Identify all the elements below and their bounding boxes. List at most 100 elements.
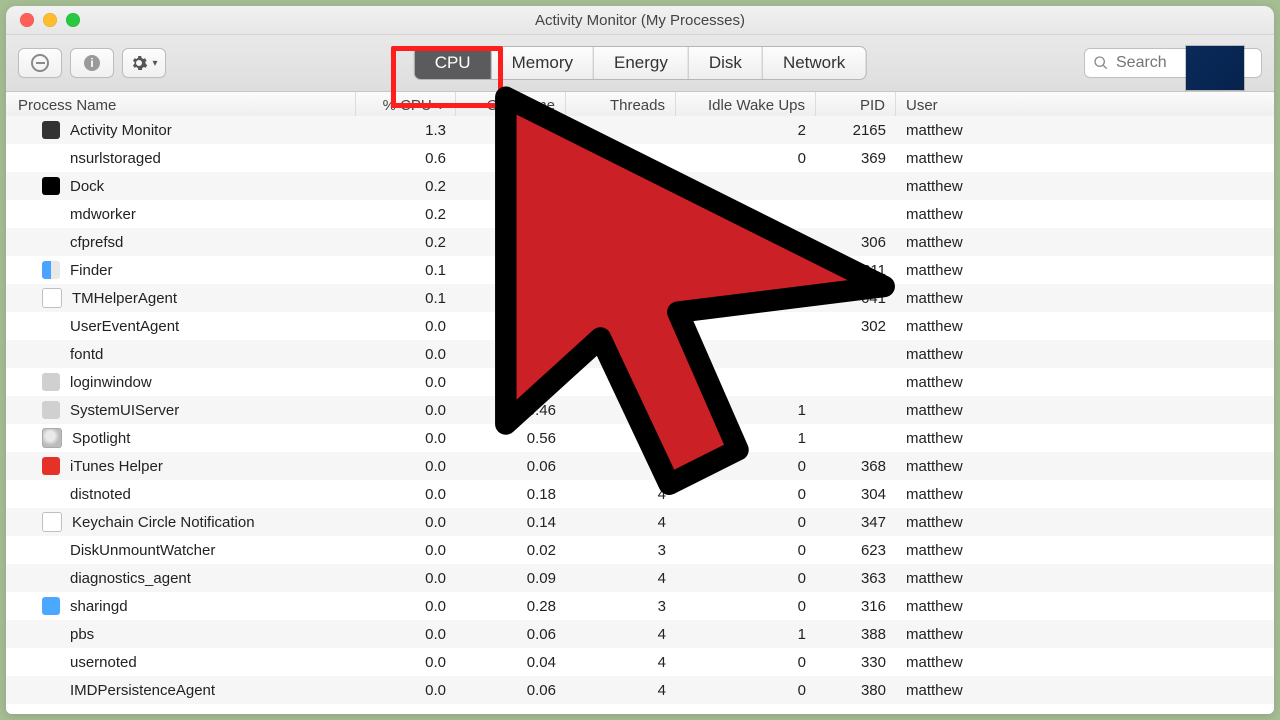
cell-cputime: 0.56 (456, 430, 566, 447)
table-row[interactable]: Activity Monitor1.322165matthew (6, 116, 1274, 144)
cell-cpu: 0.1 (356, 290, 456, 307)
tab-network[interactable]: Network (763, 47, 865, 79)
process-name-label: mdworker (70, 206, 136, 223)
process-name-label: pbs (70, 626, 94, 643)
cell-user: matthew (896, 178, 1274, 195)
cell-user: matthew (896, 374, 1274, 391)
cell-user: matthew (896, 430, 1274, 447)
stop-icon (31, 54, 49, 72)
cell-threads: 3 (566, 458, 676, 475)
close-window-button[interactable] (20, 13, 34, 27)
process-icon (42, 597, 60, 615)
cell-threads: 8 (566, 430, 676, 447)
tab-disk[interactable]: Disk (689, 47, 763, 79)
maximize-window-button[interactable] (66, 13, 80, 27)
cell-cpu: 0.6 (356, 150, 456, 167)
cell-wakeups: 2 (676, 122, 816, 139)
cell-wakeups: 0 (676, 598, 816, 615)
table-row[interactable]: iTunes Helper0.00.0630368matthew (6, 452, 1274, 480)
cell-wakeups: 0 (676, 150, 816, 167)
cell-cputime: 0.09 (456, 570, 566, 587)
table-row[interactable]: IMDPersistenceAgent0.00.0640380matthew (6, 676, 1274, 704)
inspect-process-button[interactable]: i (70, 48, 114, 78)
process-name-label: cfprefsd (70, 234, 123, 251)
table-row[interactable]: TMHelperAgent0.10.19641matthew (6, 284, 1274, 312)
table-row[interactable]: cfprefsd0.20.66306matthew (6, 228, 1274, 256)
chevron-down-icon: ▾ (152, 58, 157, 69)
col-user[interactable]: User (896, 92, 1260, 118)
table-row[interactable]: sharingd0.00.2830316matthew (6, 592, 1274, 620)
tab-energy[interactable]: Energy (594, 47, 689, 79)
process-name-label: fontd (70, 346, 103, 363)
table-row[interactable]: distnoted0.00.1840304matthew (6, 480, 1274, 508)
cell-user: matthew (896, 206, 1274, 223)
process-name-label: sharingd (70, 598, 128, 615)
cell-pid: 388 (816, 626, 896, 643)
cell-cpu: 0.2 (356, 206, 456, 223)
cell-cputime: 0.28 (456, 598, 566, 615)
process-icon (42, 457, 60, 475)
process-icon (42, 121, 60, 139)
cell-wakeups: 1 (676, 626, 816, 643)
cell-pid: 380 (816, 682, 896, 699)
cell-cputime: 0.04 (456, 654, 566, 671)
table-row[interactable]: Dock0.2matthew (6, 172, 1274, 200)
cell-cpu: 0.0 (356, 318, 456, 335)
col-pid[interactable]: PID (816, 92, 896, 118)
traffic-lights (6, 13, 80, 27)
process-name-label: diagnostics_agent (70, 570, 191, 587)
cell-user: matthew (896, 346, 1274, 363)
cell-cputime: 0.06 (456, 682, 566, 699)
col-threads[interactable]: Threads (566, 92, 676, 118)
tab-cpu[interactable]: CPU (415, 47, 492, 79)
cell-cputime: 0.46 (456, 402, 566, 419)
minimize-window-button[interactable] (43, 13, 57, 27)
table-row[interactable]: usernoted0.00.0440330matthew (6, 648, 1274, 676)
process-name-label: usernoted (70, 654, 137, 671)
table-row[interactable]: mdworker0.20.matthew (6, 200, 1274, 228)
col-process-name[interactable]: Process Name (6, 92, 356, 118)
process-name-label: nsurlstoraged (70, 150, 161, 167)
activity-monitor-window: Activity Monitor (My Processes) i ▾ CPUM… (6, 6, 1274, 714)
cell-user: matthew (896, 318, 1274, 335)
table-row[interactable]: fontd0.00.43matthew (6, 340, 1274, 368)
process-icon (42, 288, 62, 308)
cell-user: matthew (896, 654, 1274, 671)
table-row[interactable]: SystemUIServer0.00.461matthew (6, 396, 1274, 424)
cell-pid: 2165 (816, 122, 896, 139)
tab-memory[interactable]: Memory (492, 47, 594, 79)
cell-pid: 306 (816, 234, 896, 251)
process-name-label: TMHelperAgent (72, 290, 177, 307)
cell-pid: 311 (816, 262, 896, 279)
cell-pid: 368 (816, 458, 896, 475)
cell-cputime: 0.02 (456, 542, 566, 559)
options-menu-button[interactable]: ▾ (122, 48, 166, 78)
process-icon (42, 512, 62, 532)
stop-process-button[interactable] (18, 48, 62, 78)
col-cpu-percent[interactable]: % CPU ⌄ (356, 92, 456, 118)
table-row[interactable]: Finder0.19.921311matthew (6, 256, 1274, 284)
table-row[interactable]: DiskUnmountWatcher0.00.0230623matthew (6, 536, 1274, 564)
process-table[interactable]: Activity Monitor1.322165matthewnsurlstor… (6, 116, 1274, 714)
process-name-label: IMDPersistenceAgent (70, 682, 215, 699)
cell-cpu: 1.3 (356, 122, 456, 139)
table-row[interactable]: loginwindow0.00.50matthew (6, 368, 1274, 396)
col-cpu-time[interactable]: CPU Time (456, 92, 566, 118)
cell-user: matthew (896, 626, 1274, 643)
table-row[interactable]: Keychain Circle Notification0.00.1440347… (6, 508, 1274, 536)
cell-cputime: 0.66 (456, 234, 566, 251)
table-row[interactable]: diagnostics_agent0.00.0940363matthew (6, 564, 1274, 592)
cell-cpu: 0.0 (356, 654, 456, 671)
cell-cpu: 0.0 (356, 542, 456, 559)
table-row[interactable]: nsurlstoraged0.60369matthew (6, 144, 1274, 172)
cell-cpu: 0.0 (356, 570, 456, 587)
table-row[interactable]: pbs0.00.0641388matthew (6, 620, 1274, 648)
cell-cpu: 0.0 (356, 374, 456, 391)
cell-pid: 347 (816, 514, 896, 531)
process-icon (42, 177, 60, 195)
table-row[interactable]: Spotlight0.00.5681matthew (6, 424, 1274, 452)
cell-user: matthew (896, 290, 1274, 307)
table-row[interactable]: UserEventAgent0.00.45302matthew (6, 312, 1274, 340)
process-name-label: loginwindow (70, 374, 152, 391)
col-idle-wakeups[interactable]: Idle Wake Ups (676, 92, 816, 118)
